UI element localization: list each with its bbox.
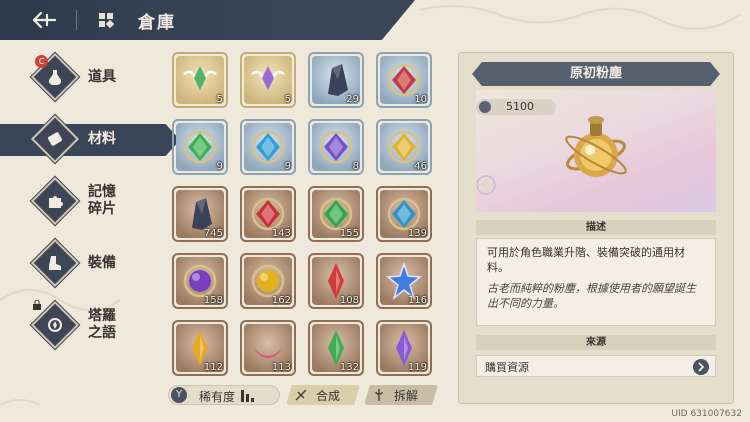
compose-label: 合成	[316, 389, 341, 403]
item-count: 10	[414, 94, 427, 105]
item-count: 132	[339, 362, 359, 373]
puzzle-icon	[43, 189, 67, 213]
item-count: 139	[407, 228, 427, 239]
inventory-slot[interactable]: 29	[308, 52, 364, 108]
sidebar-item-tarot[interactable]: 塔羅 之語	[30, 300, 160, 350]
rarity-sort-button[interactable]: Y 稀有度	[168, 385, 280, 405]
user-id: UID 631007632	[671, 409, 742, 419]
compose-button[interactable]: 合成	[286, 385, 360, 405]
item-count-badge: 5100	[476, 99, 556, 115]
inventory-slot[interactable]: 46	[376, 119, 432, 175]
item-count: 5	[216, 94, 223, 105]
buy-resources-button[interactable]: 購買資源	[476, 355, 716, 377]
item-count: 112	[203, 362, 223, 373]
item-count: 8	[352, 161, 359, 172]
back-arrow-icon	[32, 11, 57, 29]
inventory-slot[interactable]: 132	[308, 320, 364, 376]
filter-icon: Y	[171, 387, 187, 403]
item-count: 162	[271, 295, 291, 306]
sidebar-item-label: 裝備	[88, 255, 116, 271]
lock-icon	[33, 300, 41, 310]
inventory-slot[interactable]: 5	[172, 52, 228, 108]
sidebar-item-label: 記憶 碎片	[88, 184, 116, 217]
sort-bars-icon	[241, 390, 254, 402]
inventory-slot[interactable]: 745	[172, 186, 228, 242]
item-count: 155	[339, 228, 359, 239]
arrow-right-icon	[693, 359, 709, 375]
item-count: 119	[407, 362, 427, 373]
dismantle-label: 拆解	[394, 389, 419, 403]
inventory-slot[interactable]: 9	[172, 119, 228, 175]
inventory-slot[interactable]: 113	[240, 320, 296, 376]
item-count: 108	[339, 295, 359, 306]
back-button[interactable]	[28, 7, 60, 33]
inventory-slot[interactable]: 10	[376, 52, 432, 108]
compose-icon	[295, 389, 307, 401]
item-count: 46	[414, 161, 427, 172]
inventory-slot[interactable]: 108	[308, 253, 364, 309]
inventory-slot[interactable]: 162	[240, 253, 296, 309]
item-count: 5	[284, 94, 291, 105]
inventory-slot[interactable]: 119	[376, 320, 432, 376]
inventory-slot[interactable]: 116	[376, 253, 432, 309]
potion-icon	[43, 65, 67, 89]
source-header: 來源	[476, 335, 716, 350]
item-count: 745	[203, 228, 223, 239]
inventory-slot[interactable]: 8	[308, 119, 364, 175]
header-bar	[0, 0, 415, 40]
sidebar-item-label: 道具	[88, 69, 116, 85]
page-title: 倉庫	[138, 13, 176, 33]
inventory-slot[interactable]: 112	[172, 320, 228, 376]
green-gem-icon	[183, 130, 217, 164]
item-count: 9	[216, 161, 223, 172]
item-title: 原初粉塵	[472, 62, 720, 86]
purple-winged-star-icon	[251, 66, 285, 90]
scroll-icon	[43, 127, 67, 151]
inventory-slot[interactable]: 5	[240, 52, 296, 108]
item-count: 143	[271, 228, 291, 239]
warehouse-icon	[99, 13, 114, 28]
header-divider	[76, 10, 77, 30]
description-box: 可用於角色職業升階、裝備突破的通用材料。 古老而純粹的粉塵，根據使用者的願望誕生…	[476, 238, 716, 326]
inventory-slot[interactable]: 155	[308, 186, 364, 242]
purple-gem-icon	[319, 130, 353, 164]
description-header: 描述	[476, 220, 716, 235]
sidebar-item-label: 材料	[88, 131, 116, 147]
inventory-slot[interactable]: 139	[376, 186, 432, 242]
dismantle-button[interactable]: 拆解	[364, 385, 438, 405]
item-count: 158	[203, 295, 223, 306]
item-description: 可用於角色職業升階、裝備突破的通用材料。	[487, 246, 685, 274]
item-count: 29	[346, 94, 359, 105]
sidebar-item-label: 塔羅 之語	[88, 308, 116, 341]
item-count: 9	[284, 161, 291, 172]
item-count: 5100	[506, 100, 534, 113]
buy-resources-label: 購買資源	[485, 361, 529, 374]
inventory-slot[interactable]: 9	[240, 119, 296, 175]
green-winged-crystal-icon	[183, 66, 217, 90]
rarity-label: 稀有度	[199, 390, 236, 404]
boot-icon	[43, 251, 67, 275]
sidebar-item-items[interactable]: C 道具	[30, 52, 160, 102]
tarot-icon	[43, 313, 67, 337]
owned-icon	[479, 101, 491, 113]
sidebar-item-equipment[interactable]: 裝備	[30, 238, 160, 288]
inventory-slot[interactable]: 143	[240, 186, 296, 242]
inventory-slot[interactable]: 158	[172, 253, 228, 309]
item-count: 113	[271, 362, 291, 373]
item-lore: 古老而純粹的粉塵，根據使用者的願望誕生出不同的力量。	[487, 282, 696, 310]
item-count: 116	[407, 295, 427, 306]
blue-gem-icon	[251, 130, 285, 164]
dismantle-icon	[375, 389, 383, 401]
sidebar-item-materials[interactable]: 材料	[0, 114, 180, 164]
sidebar-item-memory-fragments[interactable]: 記憶 碎片	[30, 176, 160, 226]
